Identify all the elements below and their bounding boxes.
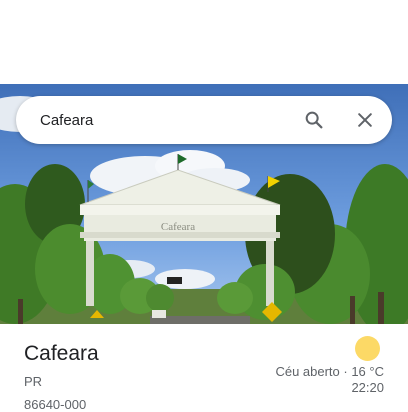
close-icon[interactable] xyxy=(353,108,377,132)
top-blank-area xyxy=(0,0,408,84)
place-title: Cafeara xyxy=(24,342,99,365)
search-icon[interactable] xyxy=(302,108,326,132)
place-postal-code: 86640-000 xyxy=(24,397,87,412)
weather-condition: Céu aberto · 16 °C xyxy=(275,364,384,379)
place-info-panel: Cafeara PR 86640-000 Céu aberto · 16 °C … xyxy=(0,324,408,412)
search-input[interactable] xyxy=(40,105,280,135)
arch-sign-text: Cafeara xyxy=(161,221,195,233)
place-region: PR xyxy=(24,374,43,389)
local-time: 22:20 xyxy=(351,380,384,395)
sun-icon xyxy=(355,336,380,361)
search-bar[interactable] xyxy=(16,96,392,144)
